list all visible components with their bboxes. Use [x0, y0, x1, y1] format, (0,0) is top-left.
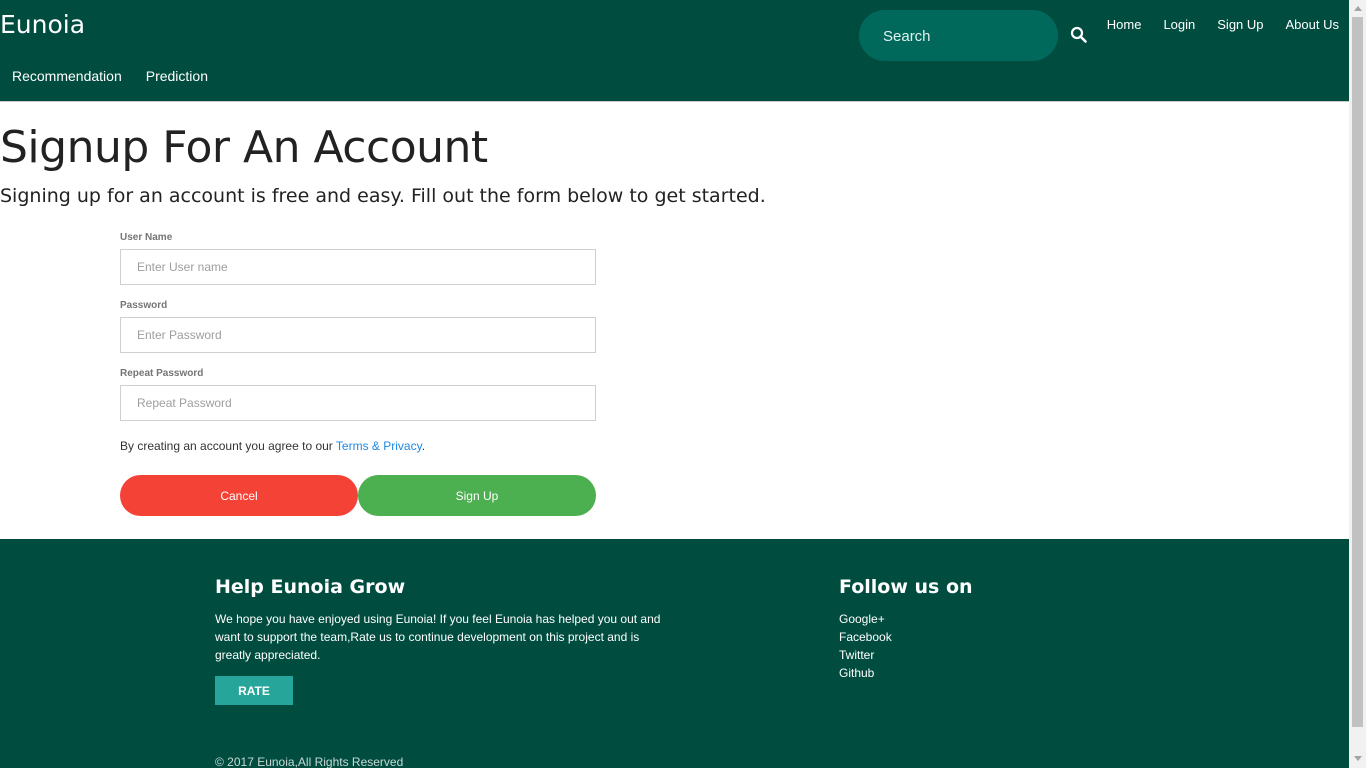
- social-facebook[interactable]: Facebook: [839, 628, 892, 646]
- social-google-plus[interactable]: Google+: [839, 610, 892, 628]
- username-field[interactable]: [120, 249, 596, 285]
- repeat-password-label: Repeat Password: [120, 368, 204, 379]
- vertical-scrollbar[interactable]: [1349, 0, 1366, 768]
- page-title: Signup For An Account: [0, 122, 488, 173]
- terms-suffix: .: [421, 439, 426, 453]
- help-grow-text: We hope you have enjoyed using Eunoia! I…: [215, 612, 661, 662]
- scroll-down-arrow-icon[interactable]: [1354, 756, 1362, 761]
- follow-us-title: Follow us on: [839, 576, 973, 598]
- nav-sign-up[interactable]: Sign Up: [1217, 17, 1263, 32]
- copyright: © 2017 Eunoia,All Rights Reserved: [215, 755, 404, 768]
- terms-privacy-link[interactable]: Terms & Privacy: [336, 439, 422, 453]
- sub-nav: Recommendation Prediction: [12, 68, 232, 84]
- password-field[interactable]: [120, 317, 596, 353]
- scroll-up-arrow-icon[interactable]: [1354, 6, 1362, 11]
- social-twitter[interactable]: Twitter: [839, 646, 892, 664]
- nav-prediction[interactable]: Prediction: [146, 68, 208, 84]
- page-subtitle: Signing up for an account is free and ea…: [0, 185, 766, 207]
- signup-form: User Name Password Repeat Password By cr…: [120, 232, 596, 516]
- sign-up-button[interactable]: Sign Up: [358, 475, 596, 516]
- nav-about-us[interactable]: About Us: [1286, 17, 1339, 32]
- scroll-thumb[interactable]: [1352, 17, 1363, 727]
- navbar: Eunoia Home Login Sign Up About Us Recom…: [0, 0, 1349, 102]
- social-links: Google+ Facebook Twitter Github: [839, 610, 892, 682]
- terms-text: By creating an account you agree to our …: [120, 439, 596, 453]
- top-nav: Home Login Sign Up About Us: [1085, 17, 1339, 32]
- social-github[interactable]: Github: [839, 664, 892, 682]
- cancel-button[interactable]: Cancel: [120, 475, 358, 516]
- repeat-password-field[interactable]: [120, 385, 596, 421]
- username-label: User Name: [120, 232, 173, 243]
- search-box: [859, 10, 1058, 61]
- rate-button[interactable]: RATE: [215, 676, 293, 705]
- footer: Help Eunoia Grow We hope you have enjoye…: [0, 539, 1349, 768]
- form-buttons: Cancel Sign Up: [120, 475, 596, 516]
- nav-recommendation[interactable]: Recommendation: [12, 68, 122, 84]
- nav-home[interactable]: Home: [1107, 17, 1142, 32]
- help-grow-title: Help Eunoia Grow: [215, 576, 406, 598]
- nav-login[interactable]: Login: [1163, 17, 1195, 32]
- brand-logo[interactable]: Eunoia: [0, 10, 85, 39]
- password-label: Password: [120, 300, 168, 311]
- search-input[interactable]: [883, 26, 1043, 46]
- terms-prefix: By creating an account you agree to our: [120, 439, 336, 453]
